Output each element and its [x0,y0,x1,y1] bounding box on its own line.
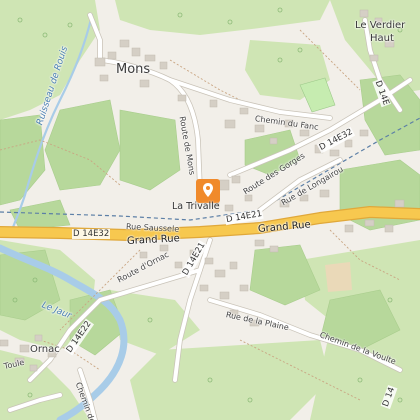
clearing-area [325,262,352,292]
place-label-mons[interactable]: Mons [116,62,150,77]
poi-label-la-trivalle[interactable]: La Trivalle [172,201,220,212]
map-view[interactable]: Mons Le Verdier Haut Ornac La Trivalle R… [0,0,420,420]
place-label-haut[interactable]: Haut [370,33,394,44]
road-ref-d14e32-main: D 14E32 [72,229,111,239]
place-label-le-verdier[interactable]: Le Verdier [355,20,405,31]
place-label-ornac[interactable]: Ornac [30,344,60,355]
